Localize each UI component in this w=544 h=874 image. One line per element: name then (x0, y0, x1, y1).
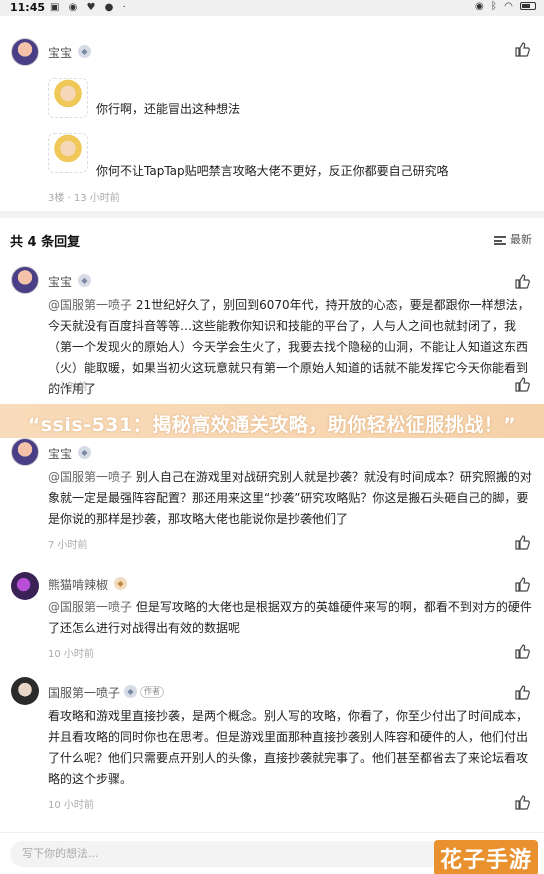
status-bar: 11:45 ▣ ◉ ♥ ● · ◉ ᛒ ◠ (0, 0, 544, 16)
username[interactable]: 宝宝 (48, 445, 72, 462)
avatar[interactable] (11, 572, 39, 600)
notification-icons: ▣ ◉ ♥ ● · (50, 2, 129, 13)
overlay-banner: “ssis-531：揭秘高效通关攻略，助你轻松征服挑战！” (0, 404, 544, 438)
comment-time: 6 小时前 (48, 382, 88, 393)
comment-body: @国服第一喷子 但是写攻略的大佬也是根据双方的英雄硬件来写的啊，都看不到对方的硬… (48, 597, 534, 639)
thumbs-up-icon[interactable] (514, 643, 530, 659)
wifi-icon: ◠ (504, 1, 515, 12)
sort-button[interactable]: 最新 (494, 231, 532, 247)
post-meta: 3楼 · 13 小时前 (48, 193, 120, 204)
reply-text: 你何不让TapTap贴吧禁言攻略大佬不更好，反正你都要自己研究咯 (96, 164, 449, 178)
vip-badge: ◆ (124, 685, 137, 698)
comment-input[interactable]: 写下你的想法... (10, 841, 448, 867)
comment-text: 看攻略和游戏里直接抄袭，是两个概念。别人写的攻略，你看了，你至少付出了时间成本，… (48, 709, 529, 786)
comment-body: @国服第一喷子 21世纪好久了，别回到6070年代，持开放的心态，要是都跟你一样… (48, 295, 534, 400)
username[interactable]: 宝宝 (48, 44, 72, 61)
thumbs-up-icon[interactable] (514, 41, 530, 57)
thumbs-up-icon[interactable] (514, 794, 530, 810)
username[interactable]: 熊猫啃辣椒 (48, 576, 108, 593)
avatar[interactable] (11, 438, 39, 466)
username[interactable]: 宝宝 (48, 273, 72, 290)
system-icons: ◉ ᛒ ◠ (475, 1, 536, 12)
status-time: 11:45 (10, 1, 46, 14)
sticker-image (48, 133, 88, 173)
thumbs-up-icon[interactable] (514, 534, 530, 550)
eye-icon: ◉ (474, 1, 486, 12)
vip-badge: ◆ (78, 446, 91, 459)
comment-body: @国服第一喷子 别人自己在游戏里对战研究别人就是抄袭？就没有时间成本？研究照搬的… (48, 467, 534, 530)
vip-badge: ◆ (78, 274, 91, 287)
banner-text: “ssis-531：揭秘高效通关攻略，助你轻松征服挑战！” (27, 414, 517, 436)
mention-link[interactable]: @国服第一喷子 (48, 470, 132, 484)
username[interactable]: 国服第一喷子 (48, 684, 120, 701)
thumbs-up-icon[interactable] (514, 376, 530, 392)
sort-label: 最新 (510, 233, 532, 246)
battery-icon (520, 2, 536, 10)
avatar[interactable] (11, 677, 39, 705)
comment-time: 7 小时前 (48, 540, 88, 551)
vip-badge: ◆ (78, 45, 91, 58)
section-divider (0, 211, 544, 218)
thumbs-up-icon[interactable] (514, 273, 530, 289)
mention-link[interactable]: @国服第一喷子 (48, 298, 132, 312)
bluetooth-icon: ᛒ (490, 1, 499, 12)
avatar[interactable] (11, 266, 39, 294)
author-badge: 作者 (140, 686, 164, 698)
mention-link[interactable]: @国服第一喷子 (48, 600, 132, 614)
thumbs-up-icon[interactable] (514, 684, 530, 700)
sort-icon (494, 235, 506, 245)
vip-badge: ◆ (114, 577, 127, 590)
thumbs-up-icon[interactable] (514, 576, 530, 592)
replies-count-title: 共 4 条回复 (10, 235, 81, 250)
comment-text: 21世纪好久了，别回到6070年代，持开放的心态，要是都跟你一样想法，今天就没有… (48, 298, 530, 396)
comment-time: 10 小时前 (48, 800, 94, 811)
sticker-image (48, 78, 88, 118)
comment-time: 10 小时前 (48, 649, 94, 660)
avatar[interactable] (11, 38, 39, 66)
reply-text: 你行啊，还能冒出这种想法 (96, 102, 241, 116)
watermark-logo: 花子手游 (433, 840, 538, 874)
